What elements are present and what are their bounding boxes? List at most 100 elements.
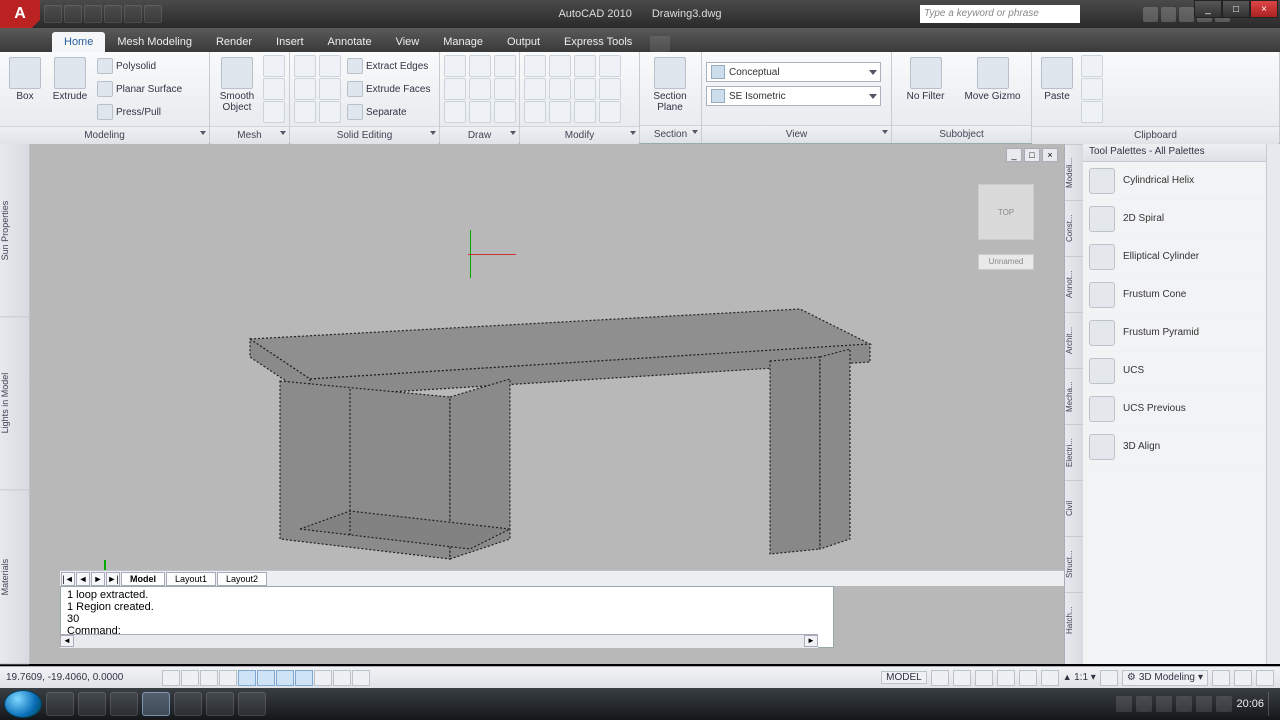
modify-tool-icon[interactable] bbox=[549, 101, 571, 123]
palette-item[interactable]: Frustum Pyramid bbox=[1083, 314, 1266, 352]
grid-toggle[interactable] bbox=[181, 670, 199, 686]
palette-item[interactable]: Cylindrical Helix bbox=[1083, 162, 1266, 200]
draw-tool-icon[interactable] bbox=[469, 101, 491, 123]
tray-clock[interactable]: 20:06 bbox=[1236, 698, 1264, 710]
tab-express-tools[interactable]: Express Tools bbox=[552, 32, 644, 52]
tab-render[interactable]: Render bbox=[204, 32, 264, 52]
tab-manage[interactable]: Manage bbox=[431, 32, 495, 52]
qat-new-icon[interactable] bbox=[44, 5, 62, 23]
palette-item[interactable]: Frustum Cone bbox=[1083, 276, 1266, 314]
vp-close-icon[interactable]: × bbox=[1042, 148, 1058, 162]
zoom-icon[interactable] bbox=[997, 670, 1015, 686]
extrude-faces-button[interactable]: Extrude Faces bbox=[344, 78, 433, 100]
tab-insert[interactable]: Insert bbox=[264, 32, 316, 52]
tab-output[interactable]: Output bbox=[495, 32, 552, 52]
draw-tool-icon[interactable] bbox=[469, 78, 491, 100]
rail-materials[interactable]: Materials bbox=[0, 491, 29, 664]
minimize-button[interactable]: _ bbox=[1194, 0, 1222, 18]
panel-title-modeling[interactable]: Modeling bbox=[0, 126, 209, 144]
mesh-tool-icon[interactable] bbox=[263, 55, 285, 77]
tab-home[interactable]: Home bbox=[52, 32, 105, 52]
drawing-viewport[interactable]: _ □ × TOP Unnamed bbox=[30, 144, 1064, 664]
palette-item[interactable]: Elliptical Cylinder bbox=[1083, 238, 1266, 276]
layout-nav-first-icon[interactable]: |◄ bbox=[61, 572, 75, 586]
qat-print-icon[interactable] bbox=[144, 5, 162, 23]
vp-restore-icon[interactable]: □ bbox=[1024, 148, 1040, 162]
panel-title-solid-editing[interactable]: Solid Editing bbox=[290, 126, 439, 144]
modify-tool-icon[interactable] bbox=[574, 78, 596, 100]
lwt-toggle[interactable] bbox=[333, 670, 351, 686]
layout-tab-model[interactable]: Model bbox=[121, 572, 165, 586]
subscription-icon[interactable] bbox=[1179, 7, 1194, 22]
separate-button[interactable]: Separate bbox=[344, 101, 433, 123]
ortho-toggle[interactable] bbox=[200, 670, 218, 686]
view-preset-combo[interactable]: SE Isometric bbox=[706, 86, 881, 106]
solid-tool-icon[interactable] bbox=[319, 101, 341, 123]
taskbar-messenger-icon[interactable] bbox=[78, 692, 106, 716]
solid-tool-icon[interactable] bbox=[294, 101, 316, 123]
layout-nav-prev-icon[interactable]: ◄ bbox=[76, 572, 90, 586]
draw-tool-icon[interactable] bbox=[444, 55, 466, 77]
polar-toggle[interactable] bbox=[219, 670, 237, 686]
app-menu-button[interactable]: A bbox=[0, 0, 40, 28]
presspull-button[interactable]: Press/Pull bbox=[94, 101, 185, 123]
draw-tool-icon[interactable] bbox=[494, 78, 516, 100]
qat-save-icon[interactable] bbox=[84, 5, 102, 23]
panel-title-draw[interactable]: Draw bbox=[440, 126, 519, 144]
start-button[interactable] bbox=[4, 690, 42, 718]
tray-overflow-icon[interactable] bbox=[1116, 696, 1132, 712]
solid-tool-icon[interactable] bbox=[294, 78, 316, 100]
hardware-accel-icon[interactable] bbox=[1234, 670, 1252, 686]
otrack-toggle[interactable] bbox=[276, 670, 294, 686]
tray-battery-icon[interactable] bbox=[1176, 696, 1192, 712]
draw-tool-icon[interactable] bbox=[494, 101, 516, 123]
workspace-switching[interactable]: ⚙3D Modeling ▾ bbox=[1122, 670, 1208, 686]
modify-tool-icon[interactable] bbox=[599, 55, 621, 77]
palette-item[interactable]: 2D Spiral bbox=[1083, 200, 1266, 238]
tray-volume-icon[interactable] bbox=[1216, 696, 1232, 712]
qat-open-icon[interactable] bbox=[64, 5, 82, 23]
polysolid-button[interactable]: Polysolid bbox=[94, 55, 185, 77]
ducs-toggle[interactable] bbox=[295, 670, 313, 686]
modify-tool-icon[interactable] bbox=[574, 101, 596, 123]
draw-tool-icon[interactable] bbox=[494, 55, 516, 77]
viewcube-home-label[interactable]: Unnamed bbox=[978, 254, 1034, 270]
panel-title-view[interactable]: View bbox=[702, 125, 891, 143]
qp-toggle[interactable] bbox=[352, 670, 370, 686]
modify-tool-icon[interactable] bbox=[524, 101, 546, 123]
palette-tab-hatches[interactable]: Hatch... bbox=[1065, 592, 1083, 648]
quick-view-drawings-icon[interactable] bbox=[953, 670, 971, 686]
showmotion-icon[interactable] bbox=[1041, 670, 1059, 686]
draw-tool-icon[interactable] bbox=[444, 101, 466, 123]
annotation-visibility-icon[interactable] bbox=[1100, 670, 1118, 686]
solid-tool-icon[interactable] bbox=[319, 55, 341, 77]
draw-tool-icon[interactable] bbox=[444, 78, 466, 100]
extract-edges-button[interactable]: Extract Edges bbox=[344, 55, 433, 77]
mesh-tool-icon[interactable] bbox=[263, 78, 285, 100]
modify-tool-icon[interactable] bbox=[599, 78, 621, 100]
infocenter-search-input[interactable]: Type a keyword or phrase bbox=[920, 5, 1080, 23]
layout-nav-next-icon[interactable]: ► bbox=[91, 572, 105, 586]
modify-tool-icon[interactable] bbox=[549, 78, 571, 100]
modify-tool-icon[interactable] bbox=[524, 55, 546, 77]
clean-screen-icon[interactable] bbox=[1256, 670, 1274, 686]
tray-action-center-icon[interactable] bbox=[1156, 696, 1172, 712]
taskbar-app-icon[interactable] bbox=[238, 692, 266, 716]
qat-undo-icon[interactable] bbox=[104, 5, 122, 23]
palette-close-strip[interactable] bbox=[1266, 144, 1280, 664]
palette-tab-annotation[interactable]: Annot... bbox=[1065, 256, 1083, 312]
taskbar-vlc-icon[interactable] bbox=[174, 692, 202, 716]
palette-tab-architectural[interactable]: Archit... bbox=[1065, 312, 1083, 368]
modify-tool-icon[interactable] bbox=[599, 101, 621, 123]
draw-tool-icon[interactable] bbox=[469, 55, 491, 77]
layout-nav-last-icon[interactable]: ►| bbox=[106, 572, 120, 586]
panel-title-modify[interactable]: Modify bbox=[520, 126, 639, 144]
tab-view[interactable]: View bbox=[384, 32, 432, 52]
mesh-tool-icon[interactable] bbox=[263, 101, 285, 123]
palette-tab-structural[interactable]: Struct... bbox=[1065, 536, 1083, 592]
palette-tab-constraints[interactable]: Const... bbox=[1065, 200, 1083, 256]
osnap-toggle[interactable] bbox=[238, 670, 256, 686]
solid-tool-icon[interactable] bbox=[294, 55, 316, 77]
palette-item[interactable]: UCS Previous bbox=[1083, 390, 1266, 428]
rail-sun-properties[interactable]: Sun Properties bbox=[0, 144, 29, 317]
